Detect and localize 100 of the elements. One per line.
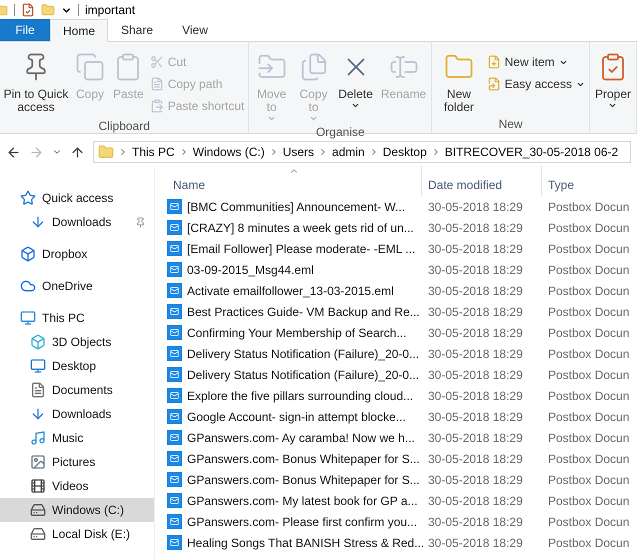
date-cell-text: 30-05-2018 18:29: [427, 198, 524, 216]
file-name[interactable]: GPanswers.com- Bonus Whitepaper for S...: [187, 470, 420, 488]
nav-item[interactable]: Quick access: [0, 186, 154, 210]
folder-icon: [41, 3, 55, 17]
nav-item[interactable]: 3D Objects: [0, 330, 154, 354]
caret-icon: [267, 114, 276, 123]
file-name[interactable]: Healing Songs That BANISH Stress & Red...: [187, 534, 424, 552]
date-cell-text: 30-05-2018 18:29: [427, 282, 524, 300]
email-file-icon: [167, 409, 182, 424]
breadcrumb[interactable]: admin: [332, 143, 365, 161]
ribbon-button[interactable]: Delete: [334, 50, 377, 110]
clipboard-icon: [150, 99, 164, 113]
file-name[interactable]: Activate emailfollower_13-03-2015.eml: [187, 282, 394, 300]
type-cell-text: Postbox Docun: [547, 388, 630, 404]
type-cell-text: Postbox Docun: [547, 534, 630, 552]
scissors-icon: [150, 55, 164, 69]
file-name[interactable]: Best Practices Guide- VM Backup and Re...: [187, 302, 420, 320]
email-file-icon: [167, 388, 182, 403]
file-name[interactable]: Google Account- sign-in attempt blocke...: [187, 408, 406, 426]
window-title: important: [85, 2, 136, 19]
back-icon[interactable]: [6, 144, 21, 160]
ribbon-button[interactable]: Proper: [590, 50, 635, 110]
type-cell-text: Postbox Docun: [547, 262, 630, 278]
ribbon-button[interactable]: Easy access: [486, 73, 585, 95]
email-file-icon: [167, 325, 182, 340]
email-file-icon: [167, 220, 182, 235]
star-icon: [20, 190, 36, 206]
breadcrumb[interactable]: Windows (C:): [192, 143, 265, 161]
type-cell-text: Postbox Docun: [547, 514, 630, 530]
group-label: Clipboard: [98, 118, 151, 135]
ribbon-button[interactable]: New folder: [433, 50, 485, 114]
file-name[interactable]: [Email Follower] Please moderate- -EML ...: [187, 240, 416, 258]
file-name[interactable]: GPanswers.com- Bonus Whitepaper for S...: [187, 450, 420, 468]
breadcrumb[interactable]: Desktop: [382, 143, 427, 161]
address-bar[interactable]: This PC Windows (C:) Users admin Desktop BITRECOVER_30-05-2018 06-2: [93, 141, 631, 163]
file-name[interactable]: GPanswers.com- My latest book for GP a...: [187, 492, 418, 510]
date-cell-text: 30-05-2018 18:29: [427, 324, 524, 342]
ribbon-button[interactable]: New item: [486, 51, 585, 73]
file-name[interactable]: [CRAZY] 8 minutes a week gets rid of un...: [187, 218, 414, 236]
nav-item[interactable]: Downloads: [0, 402, 154, 426]
date-cell-text: 30-05-2018 18:29: [427, 472, 524, 488]
email-file-icon: [167, 367, 182, 382]
monitor-icon: [20, 310, 36, 326]
file-name[interactable]: Delivery Status Notification (Failure)_20-0...: [187, 344, 420, 362]
nav-item[interactable]: Local Disk (E:): [0, 522, 154, 546]
date-cell-text: 30-05-2018 18:29: [427, 450, 524, 468]
email-file-icon: [167, 262, 182, 277]
nav-item[interactable]: Music: [0, 426, 154, 450]
column-header[interactable]: Date modified: [422, 166, 542, 196]
download-icon: [30, 214, 46, 230]
ribbon-button[interactable]: Pin to Quick access: [1, 50, 71, 114]
drive-icon: [30, 526, 46, 542]
file-name[interactable]: Delivery Status Notification (Failure)_20-0...: [187, 366, 420, 384]
email-file-icon: [167, 283, 182, 298]
nav-item[interactable]: Videos: [0, 474, 154, 498]
document-icon: [150, 77, 164, 91]
nav-item[interactable]: This PC: [0, 306, 154, 330]
type-cell-text: Postbox Docun: [547, 408, 630, 426]
date-cell-text: 30-05-2018 18:29: [427, 366, 524, 384]
breadcrumb[interactable]: Users: [282, 143, 314, 161]
file-plus-icon: [486, 55, 501, 69]
breadcrumb[interactable]: This PC: [132, 143, 175, 161]
group-label: New: [498, 116, 524, 133]
type-cell-text: Postbox Docun: [547, 492, 630, 510]
breadcrumb[interactable]: BITRECOVER_30-05-2018 06-2: [444, 143, 618, 161]
date-cell-text: 30-05-2018 18:29: [427, 304, 524, 320]
nav-item[interactable]: Windows (C:): [0, 498, 154, 522]
type-cell-text: Postbox Docun: [547, 324, 630, 342]
picture-icon: [30, 454, 46, 470]
email-file-icon: [167, 199, 182, 214]
nav-item[interactable]: Desktop: [0, 354, 154, 378]
nav-item[interactable]: OneDrive: [0, 274, 154, 298]
file-name[interactable]: GPanswers.com- Please first confirm you...: [187, 512, 418, 530]
file-name[interactable]: 03-09-2015_Msg44.eml: [187, 260, 314, 278]
film-icon: [30, 478, 46, 494]
file-name[interactable]: GPanswers.com- Ay caramba! Now we h...: [187, 428, 415, 446]
type-cell-text: Postbox Docun: [547, 198, 630, 216]
nav-item[interactable]: Documents: [0, 378, 154, 402]
column-header[interactable]: Type: [542, 166, 637, 196]
box-icon: [20, 246, 36, 262]
ribbon-tab[interactable]: Home: [50, 19, 108, 42]
ribbon-tab[interactable]: View: [166, 19, 224, 41]
column-header[interactable]: Name: [167, 166, 422, 196]
ribbon-tab[interactable]: File: [0, 19, 50, 41]
email-file-icon: [167, 535, 182, 550]
file-name[interactable]: [BMC Communities] Announcement- W...: [187, 198, 406, 216]
type-cell-text: Postbox Docun: [547, 430, 630, 446]
file-name[interactable]: Explore the five pillars surrounding cloud...: [187, 386, 414, 404]
nav-item[interactable]: Dropbox: [0, 242, 154, 266]
nav-item[interactable]: Pictures: [0, 450, 154, 474]
download-icon: [30, 406, 46, 422]
document-icon: [30, 382, 46, 398]
nav-item[interactable]: Downloads: [0, 210, 154, 234]
date-cell-text: 30-05-2018 18:29: [427, 346, 524, 362]
up-icon[interactable]: [70, 144, 85, 160]
date-cell-text: 30-05-2018 18:29: [427, 220, 524, 236]
ribbon-tab[interactable]: Share: [108, 19, 166, 41]
email-file-icon: [167, 472, 182, 487]
type-cell-text: Postbox Docun: [547, 366, 630, 384]
file-name[interactable]: Confirming Your Membership of Search...: [187, 324, 406, 342]
